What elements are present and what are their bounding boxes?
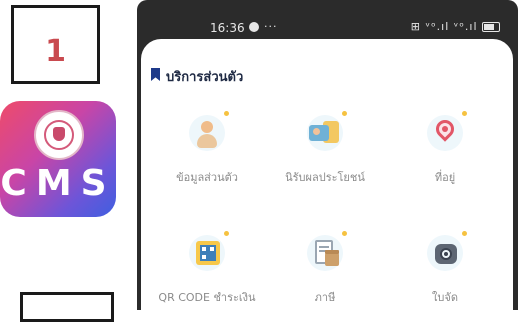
id-card-icon bbox=[307, 111, 347, 151]
message-icon bbox=[249, 22, 259, 32]
service-label: QR CODE ชำระเงิน bbox=[158, 291, 256, 304]
signal-icons: ⊞ ᵛᵒ.ıl ᵛᵒ.ıl bbox=[411, 20, 500, 33]
service-tile-personal-info[interactable]: ข้อมูลส่วนตัว bbox=[152, 111, 262, 191]
person-icon bbox=[189, 111, 229, 151]
document-box-icon bbox=[307, 231, 347, 271]
service-label: ใบจัด bbox=[432, 291, 458, 304]
emblem-logo-icon bbox=[34, 110, 84, 160]
service-label: นิรับผลประโยชน์ bbox=[285, 171, 365, 184]
status-time: 16:36 bbox=[210, 21, 245, 35]
app-icon-label: CMS bbox=[0, 163, 116, 204]
cms-app-icon[interactable]: CMS bbox=[0, 101, 116, 217]
section-title: บริการส่วนตัว bbox=[166, 70, 244, 85]
battery-icon bbox=[482, 22, 500, 32]
step-number-box: 1 bbox=[11, 5, 100, 84]
qr-code-icon bbox=[189, 231, 229, 271]
service-tile-camera[interactable]: ใบจัด bbox=[390, 231, 500, 310]
service-tile-tax[interactable]: ภาษี bbox=[270, 231, 380, 310]
service-tile-qr-payment[interactable]: QR CODE ชำระเงิน bbox=[152, 231, 262, 310]
status-extra: ··· bbox=[264, 20, 278, 33]
status-bar: 16:36 ··· ⊞ ᵛᵒ.ıl ᵛᵒ.ıl bbox=[137, 0, 518, 38]
signal-icon: ⊞ ᵛᵒ.ıl ᵛᵒ.ıl bbox=[410, 20, 478, 33]
service-tile-address[interactable]: ที่อยู่ bbox=[390, 111, 500, 191]
service-label: ที่อยู่ bbox=[434, 171, 456, 184]
service-label: ภาษี bbox=[314, 291, 336, 304]
location-pin-icon bbox=[427, 111, 467, 151]
services-sheet: บริการส่วนตัว ข้อมูลส่วนตัว นิรับผลประโย… bbox=[141, 39, 513, 310]
annotation-box-partial bbox=[20, 292, 114, 322]
step-number: 1 bbox=[45, 34, 66, 69]
bookmark-icon bbox=[151, 68, 160, 81]
phone-screen: 16:36 ··· ⊞ ᵛᵒ.ıl ᵛᵒ.ıl บริการส่วนตัว ข้… bbox=[137, 0, 518, 310]
camera-icon bbox=[427, 231, 467, 271]
service-label: ข้อมูลส่วนตัว bbox=[176, 171, 238, 184]
service-tile-beneficiary[interactable]: นิรับผลประโยชน์ bbox=[270, 111, 380, 191]
